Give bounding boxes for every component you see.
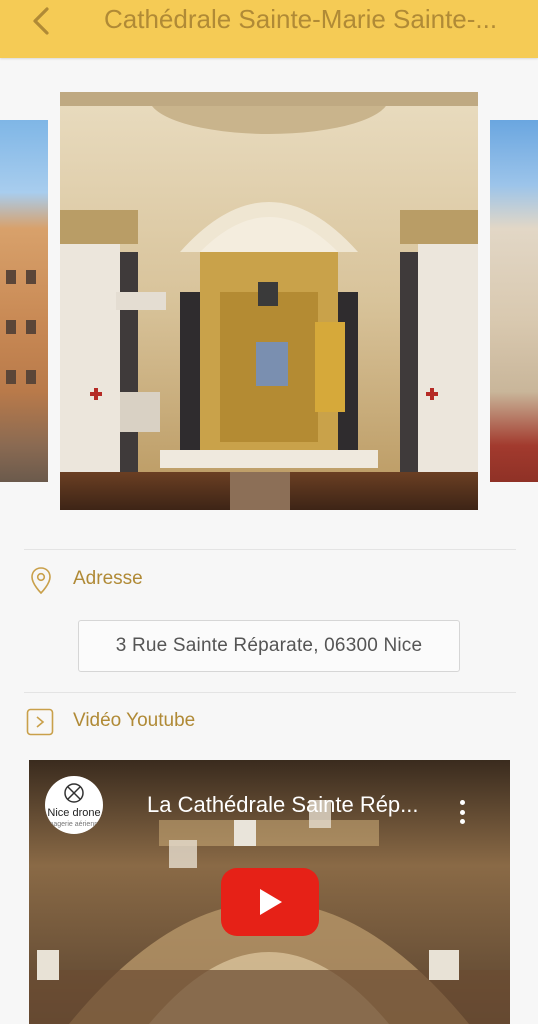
dot-icon: [459, 809, 465, 815]
dot-icon: [459, 819, 465, 824]
divider: [24, 549, 516, 550]
play-square-icon: [26, 708, 54, 736]
address-field[interactable]: 3 Rue Sainte Réparate, 06300 Nice: [78, 620, 460, 672]
youtube-video-player[interactable]: Nice drone imagerie aérienne La Cathédra…: [29, 760, 510, 1024]
dot-icon: [459, 800, 465, 805]
play-button[interactable]: [221, 868, 319, 936]
carousel-slide-left[interactable]: [0, 120, 48, 482]
back-button[interactable]: [24, 4, 58, 38]
page-title: Cathédrale Sainte-Marie Sainte-...: [104, 4, 498, 34]
carousel-slide-right[interactable]: [490, 120, 538, 482]
address-label: Adresse: [73, 568, 143, 589]
video-label: Vidéo Youtube: [73, 710, 196, 731]
drone-icon: [64, 783, 84, 803]
channel-name: Nice drone: [47, 807, 101, 819]
divider: [24, 692, 516, 693]
play-icon: [260, 889, 282, 915]
chevron-left-icon: [33, 7, 49, 35]
cathedral-photo[interactable]: [60, 92, 478, 510]
video-title[interactable]: La Cathédrale Sainte Rép...: [147, 792, 457, 818]
channel-subtitle: imagerie aérienne: [45, 821, 103, 828]
more-options-button[interactable]: [453, 796, 471, 828]
photo-carousel[interactable]: [0, 58, 538, 538]
channel-avatar[interactable]: Nice drone imagerie aérienne: [45, 776, 103, 834]
top-bar: Cathédrale Sainte-Marie Sainte-...: [0, 0, 538, 58]
location-pin-icon: [31, 567, 51, 595]
